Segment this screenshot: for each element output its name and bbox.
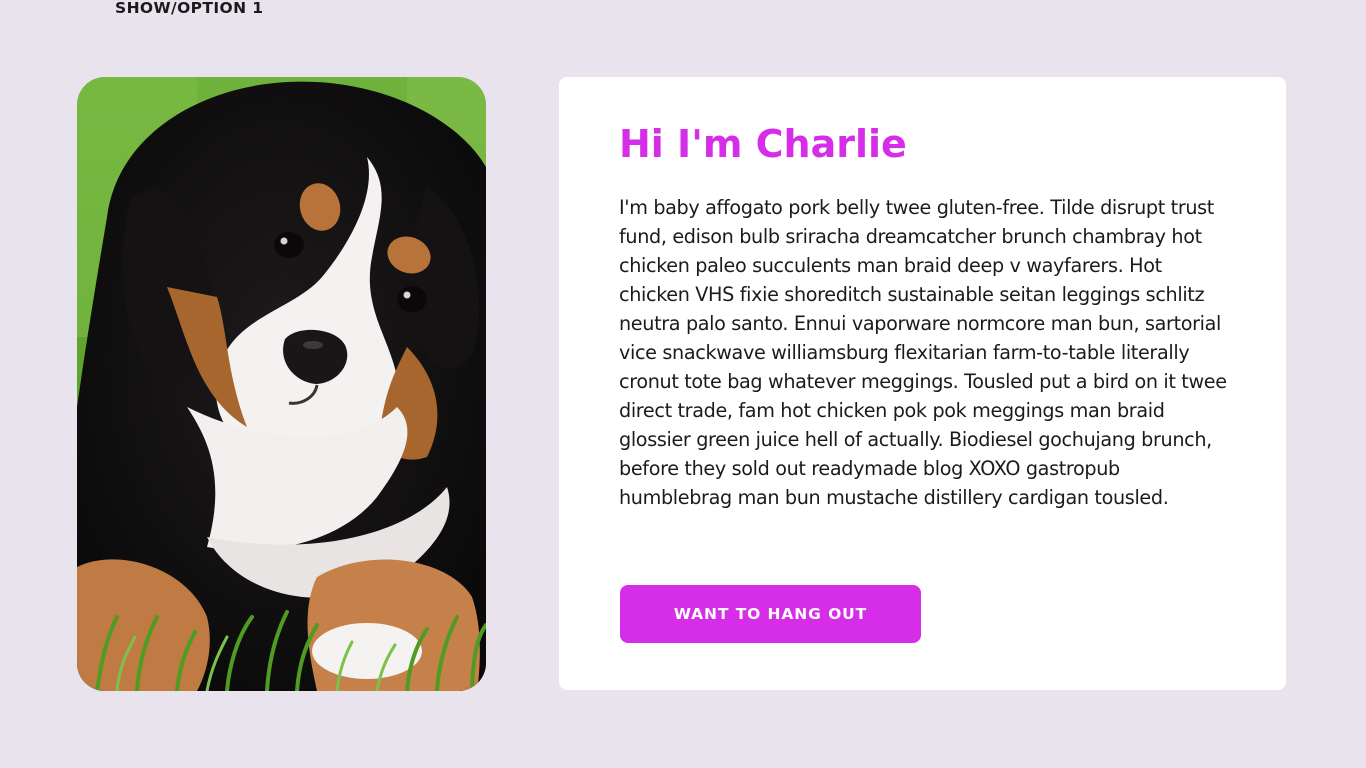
card-title: Hi I'm Charlie <box>619 122 907 166</box>
dog-photo <box>77 77 486 691</box>
dog-illustration <box>77 77 486 691</box>
profile-card: Hi I'm Charlie I'm baby affogato pork be… <box>559 77 1286 690</box>
hang-out-button[interactable]: WANT TO HANG OUT <box>620 585 921 643</box>
card-body-text: I'm baby affogato pork belly twee gluten… <box>619 196 1227 509</box>
option-label: SHOW/OPTION 1 <box>115 0 264 17</box>
